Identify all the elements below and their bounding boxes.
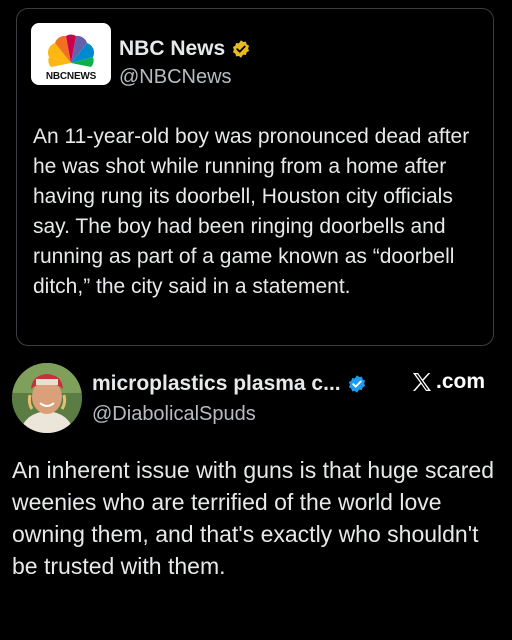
main-author-name[interactable]: microplastics plasma c... bbox=[92, 372, 341, 396]
source-domain-text: .com bbox=[436, 370, 486, 393]
x-logo-icon bbox=[413, 373, 431, 391]
gold-verified-badge-icon bbox=[233, 40, 250, 58]
quoted-author-row: NBC News bbox=[119, 37, 251, 61]
user-avatar[interactable] bbox=[12, 363, 82, 433]
main-post-text: An inherent issue with guns is that huge… bbox=[12, 457, 495, 579]
source-label: .com bbox=[410, 370, 485, 394]
main-author-row: microplastics plasma c... bbox=[92, 372, 367, 396]
screenshot-page: NBCNEWS NBC News @NBCNews An 11-year-old… bbox=[0, 0, 512, 640]
quoted-author-name[interactable]: NBC News bbox=[119, 37, 225, 61]
quoted-post-text: An 11-year-old boy was pronounced dead a… bbox=[33, 125, 470, 298]
avatar-photo-icon bbox=[12, 363, 82, 433]
quoted-author-handle[interactable]: @NBCNews bbox=[119, 66, 232, 89]
blue-verified-badge-icon bbox=[348, 375, 365, 393]
main-author-handle[interactable]: @DiabolicalSpuds bbox=[92, 403, 256, 426]
nbc-news-avatar[interactable]: NBCNEWS bbox=[31, 23, 111, 85]
quoted-post-card[interactable]: NBCNEWS NBC News @NBCNews An 11-year-old… bbox=[16, 8, 494, 346]
avatar-logo-text: NBCNEWS bbox=[45, 71, 97, 82]
